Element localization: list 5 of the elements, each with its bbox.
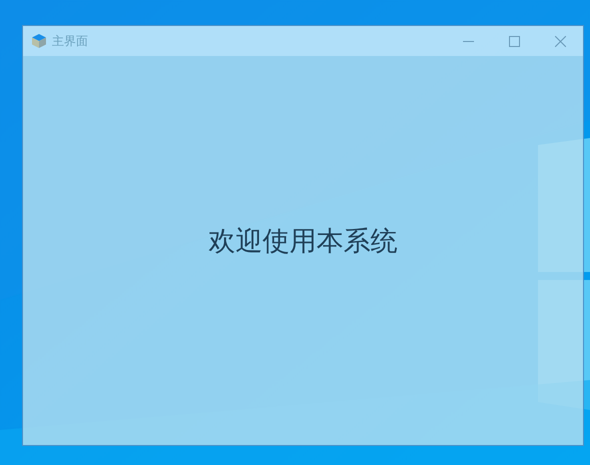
cube-icon	[32, 34, 46, 48]
welcome-text: 欢迎使用本系统	[208, 224, 398, 258]
window-title: 主界面	[52, 32, 89, 50]
close-icon	[554, 36, 566, 46]
maximize-icon	[508, 36, 520, 46]
